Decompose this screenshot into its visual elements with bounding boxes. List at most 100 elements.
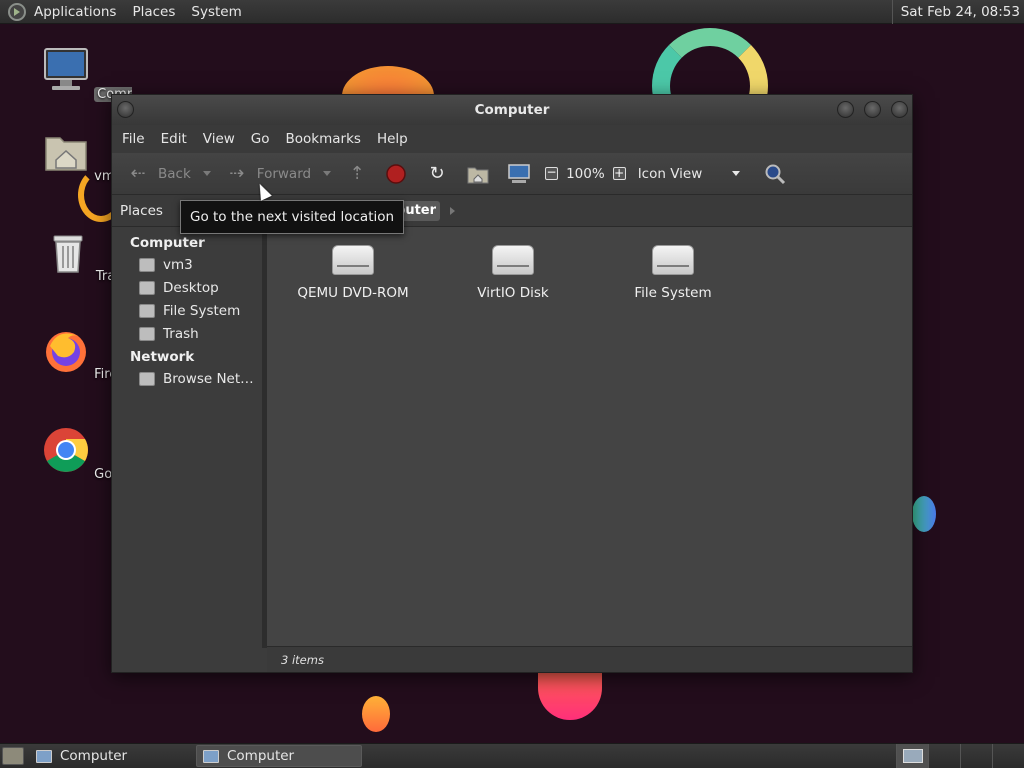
sidebar-item-label: Browse Net… [163, 370, 254, 387]
forward-history-dropdown[interactable] [323, 171, 332, 176]
applications-menu-icon[interactable] [8, 2, 26, 21]
back-arrow-icon: ⇠ [130, 163, 146, 184]
chrome-icon [44, 428, 88, 472]
zoom-out-button[interactable]: − [541, 159, 562, 189]
task-label: Computer [60, 748, 128, 764]
home-folder-icon [45, 137, 87, 171]
network-icon [139, 371, 155, 386]
zoom-in-icon: + [612, 166, 626, 180]
desktop-folder-icon [139, 280, 155, 295]
back-button[interactable]: ⇠ Back [122, 159, 195, 189]
computer-icon [44, 48, 88, 90]
menu-edit[interactable]: Edit [153, 131, 195, 147]
menu-bookmarks[interactable]: Bookmarks [278, 131, 369, 147]
file-manager-window: Computer File Edit View Go Bookmarks Hel… [111, 94, 913, 673]
maximize-button[interactable] [864, 101, 881, 118]
up-button[interactable]: ⇡ [341, 159, 373, 189]
menu-system[interactable]: System [183, 0, 249, 24]
bottom-taskbar: Computer Computer [0, 743, 1024, 768]
wallpaper-blue-blob [912, 496, 936, 532]
chevron-down-icon [731, 171, 740, 176]
drive-icon [139, 303, 155, 318]
panel-clock[interactable]: Sat Feb 24, 08:53 [891, 0, 1020, 24]
stop-icon [386, 163, 406, 184]
workspace-switcher [896, 744, 1024, 768]
sidebar-item-browse-network[interactable]: Browse Net… [112, 367, 262, 390]
icon-view[interactable]: QEMU DVD-ROM VirtIO Disk File System [267, 227, 912, 648]
menu-go[interactable]: Go [243, 131, 278, 147]
trash-icon [53, 235, 83, 273]
sidebar-heading-network: Network [130, 349, 195, 365]
file-item-virtio-disk[interactable]: VirtIO Disk [443, 245, 583, 301]
computer-icon [508, 163, 530, 183]
view-mode-value: Icon View [637, 165, 703, 182]
home-button[interactable] [463, 159, 493, 189]
sidebar-item-desktop[interactable]: Desktop [112, 276, 262, 299]
menu-applications[interactable]: Applications [26, 0, 124, 24]
sidebar-item-file-system[interactable]: File System [112, 299, 262, 322]
computer-icon [36, 749, 52, 763]
places-sidebar: Computer vm3 Desktop File System Trash N… [112, 227, 262, 648]
menubar: File Edit View Go Bookmarks Help [112, 125, 912, 153]
stop-button[interactable] [381, 159, 411, 189]
menu-file[interactable]: File [114, 131, 153, 147]
sidebar-item-label: File System [163, 302, 241, 319]
zoom-in-button[interactable]: + [609, 159, 630, 189]
computer-button[interactable] [503, 159, 535, 189]
reload-button[interactable]: ↻ [421, 159, 453, 189]
sidebar-heading-computer: Computer [130, 235, 205, 251]
task-label: Computer [227, 748, 295, 764]
back-label: Back [158, 165, 191, 182]
status-left-spacer [112, 646, 262, 672]
workspace-2[interactable] [928, 744, 960, 768]
sidebar-item-vm3[interactable]: vm3 [112, 253, 262, 276]
monitor-icon [902, 749, 923, 763]
window-menu-button[interactable] [117, 101, 134, 118]
window-title: Computer [474, 102, 550, 118]
file-item-dvd-rom[interactable]: QEMU DVD-ROM [283, 245, 423, 301]
wallpaper-small-blob [362, 696, 390, 732]
forward-button[interactable]: ⇢ Forward [221, 159, 315, 189]
sidebar-item-label: Desktop [163, 279, 219, 296]
workspace-1[interactable] [896, 744, 928, 768]
taskbar-item-computer[interactable]: Computer [30, 745, 190, 767]
workspace-4[interactable] [992, 744, 1024, 768]
up-arrow-icon: ⇡ [349, 163, 365, 184]
show-desktop-button[interactable] [2, 747, 24, 765]
status-bar: 3 items [267, 646, 912, 672]
reload-icon: ↻ [429, 163, 445, 184]
firefox-icon [46, 332, 86, 372]
menu-help[interactable]: Help [369, 131, 416, 147]
file-item-label: File System [634, 285, 712, 301]
file-item-file-system[interactable]: File System [603, 245, 743, 301]
menu-view[interactable]: View [195, 131, 243, 147]
sidebar-item-trash[interactable]: Trash [112, 322, 262, 345]
file-item-label: VirtIO Disk [477, 285, 549, 301]
computer-icon [203, 749, 219, 763]
window-titlebar[interactable]: Computer [112, 95, 912, 125]
hard-drive-icon [492, 245, 534, 275]
search-button[interactable] [760, 159, 790, 189]
back-history-dropdown[interactable] [202, 171, 211, 176]
content-area: Computer vm3 Desktop File System Trash N… [112, 227, 912, 648]
minimize-button[interactable] [837, 101, 854, 118]
toolbar: ⇠ Back ⇢ Forward ⇡ ↻ − 100% + Icon View [112, 153, 912, 195]
optical-drive-icon [332, 245, 374, 275]
taskbar-item-computer-active[interactable]: Computer [196, 745, 362, 767]
menu-places[interactable]: Places [124, 0, 183, 24]
hard-drive-icon [652, 245, 694, 275]
zoom-level: 100% [566, 165, 605, 182]
view-mode-select[interactable]: Icon View [634, 159, 744, 189]
top-panel: Applications Places System Sat Feb 24, 0… [0, 0, 1024, 24]
sidebar-item-label: vm3 [163, 256, 193, 273]
breadcrumb-next-arrow[interactable] [450, 206, 456, 215]
workspace-3[interactable] [960, 744, 992, 768]
close-button[interactable] [891, 101, 908, 118]
forward-arrow-icon: ⇢ [229, 163, 245, 184]
file-item-label: QEMU DVD-ROM [297, 285, 409, 301]
forward-label: Forward [256, 165, 312, 182]
home-folder-icon [139, 257, 155, 272]
sidebar-item-label: Trash [163, 325, 199, 342]
search-icon [765, 164, 785, 184]
home-icon [467, 167, 489, 183]
